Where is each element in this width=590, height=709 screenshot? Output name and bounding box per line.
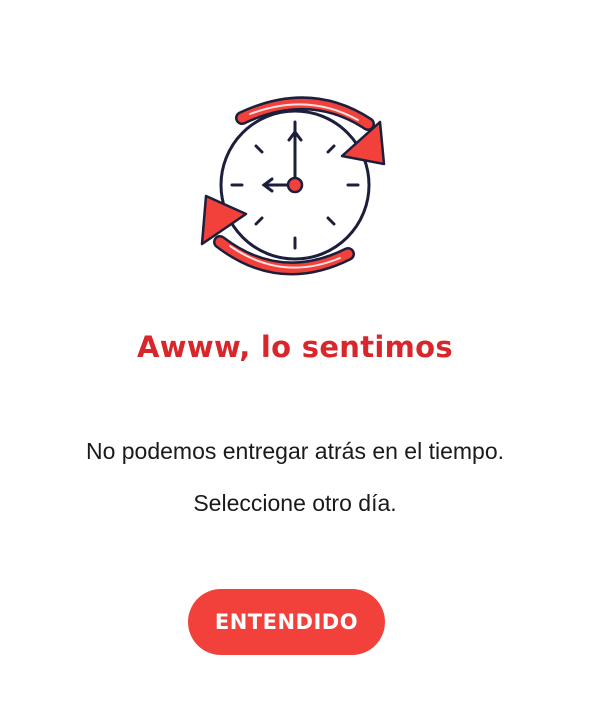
error-dialog: Awww, lo sentimos No podemos entregar at…: [0, 0, 590, 709]
confirm-button[interactable]: ENTENDIDO: [188, 589, 385, 655]
dialog-message-line-1: No podemos entregar atrás en el tiempo.: [85, 438, 505, 464]
dialog-message-line-2: Seleccione otro día.: [193, 490, 397, 516]
dialog-title: Awww, lo sentimos: [137, 330, 453, 364]
clock-refresh-icon: [190, 92, 400, 282]
